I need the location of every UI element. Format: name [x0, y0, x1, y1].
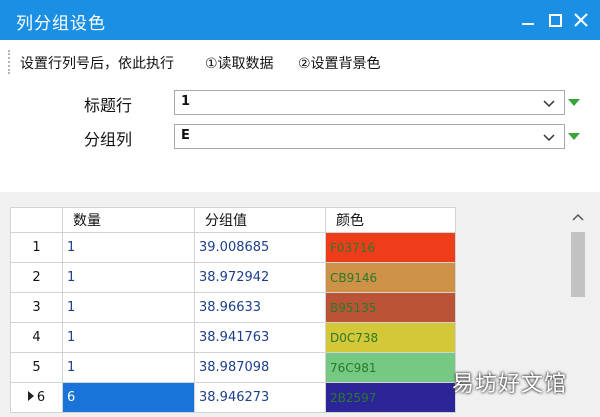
minimize-icon: [522, 23, 534, 25]
grid-header-row: 数量 分组值 颜色: [10, 207, 456, 233]
settings-form: 标题行 1 分组列 E: [0, 84, 600, 192]
qty-cell[interactable]: 1: [62, 292, 195, 323]
column-header-qty[interactable]: 数量: [62, 207, 195, 233]
qty-cell[interactable]: 1: [62, 232, 195, 263]
scroll-up-icon[interactable]: [572, 212, 584, 222]
group-value-cell[interactable]: 38.946273: [194, 382, 326, 413]
group-value-cell[interactable]: 38.941763: [194, 322, 326, 353]
row-header[interactable]: 3: [10, 292, 63, 323]
chevron-down-icon: [543, 100, 555, 108]
expand-arrow-icon[interactable]: [568, 133, 580, 140]
maximize-button[interactable]: [544, 9, 566, 31]
qty-cell[interactable]: 1: [62, 322, 195, 353]
header-row-select[interactable]: 1: [174, 90, 565, 115]
row-header[interactable]: 6: [10, 382, 63, 413]
table-row[interactable]: 3 1 38.96633 B95135: [10, 292, 456, 323]
row-header[interactable]: 2: [10, 262, 63, 293]
header-row-value: 1: [181, 94, 191, 109]
close-icon: [574, 13, 588, 27]
table-row[interactable]: 1 1 39.008685 F03716: [10, 232, 456, 263]
group-col-select[interactable]: E: [174, 124, 565, 149]
toolbar: 设置行列号后，依此执行 ①读取数据 ②设置背景色: [0, 40, 600, 84]
qty-cell[interactable]: 1: [62, 352, 195, 383]
corner-header[interactable]: [10, 207, 63, 233]
window-title: 列分组设色: [16, 14, 106, 34]
row-header[interactable]: 4: [10, 322, 63, 353]
data-grid: 数量 分组值 颜色 1 1 39.008685 F03716 2 1 38.97…: [10, 207, 456, 413]
group-value-cell[interactable]: 38.96633: [194, 292, 326, 323]
group-value-cell[interactable]: 39.008685: [194, 232, 326, 263]
toolbar-hint-label: 设置行列号后，依此执行: [20, 56, 174, 72]
group-col-value: E: [181, 128, 190, 143]
color-cell[interactable]: 76C981: [325, 352, 456, 383]
group-col-label: 分组列: [84, 130, 133, 149]
set-background-button[interactable]: ②设置背景色: [298, 53, 381, 73]
group-value-cell[interactable]: 38.972942: [194, 262, 326, 293]
table-row[interactable]: 5 1 38.987098 76C981: [10, 352, 456, 383]
color-cell[interactable]: 2B2597: [325, 382, 456, 413]
table-row[interactable]: 2 1 38.972942 CB9146: [10, 262, 456, 293]
row-number: 6: [36, 390, 46, 405]
current-row-pointer-icon: [27, 391, 34, 401]
toolbar-grip[interactable]: [8, 50, 11, 74]
watermark-text: 易坊好文馆: [452, 372, 568, 397]
column-header-group-value[interactable]: 分组值: [194, 207, 326, 233]
group-value-cell[interactable]: 38.987098: [194, 352, 326, 383]
header-row-label: 标题行: [84, 96, 133, 115]
qty-cell[interactable]: 6: [62, 382, 195, 413]
table-row[interactable]: 4 1 38.941763 D0C738: [10, 322, 456, 353]
row-header[interactable]: 5: [10, 352, 63, 383]
close-button[interactable]: [570, 9, 592, 31]
maximize-icon: [548, 13, 562, 27]
expand-arrow-icon[interactable]: [568, 99, 580, 106]
row-header[interactable]: 1: [10, 232, 63, 263]
vertical-scrollbar[interactable]: [569, 208, 587, 417]
color-cell[interactable]: F03716: [325, 232, 456, 263]
read-data-button[interactable]: ①读取数据: [205, 53, 274, 73]
minimize-button[interactable]: [517, 9, 539, 31]
color-cell[interactable]: D0C738: [325, 322, 456, 353]
column-header-color[interactable]: 颜色: [325, 207, 456, 233]
scrollbar-thumb[interactable]: [571, 232, 585, 297]
chevron-down-icon: [543, 134, 555, 142]
title-bar: 列分组设色: [0, 0, 600, 40]
qty-cell[interactable]: 1: [62, 262, 195, 293]
table-row-selected[interactable]: 6 6 38.946273 2B2597: [10, 382, 456, 413]
color-cell[interactable]: CB9146: [325, 262, 456, 293]
color-cell[interactable]: B95135: [325, 292, 456, 323]
